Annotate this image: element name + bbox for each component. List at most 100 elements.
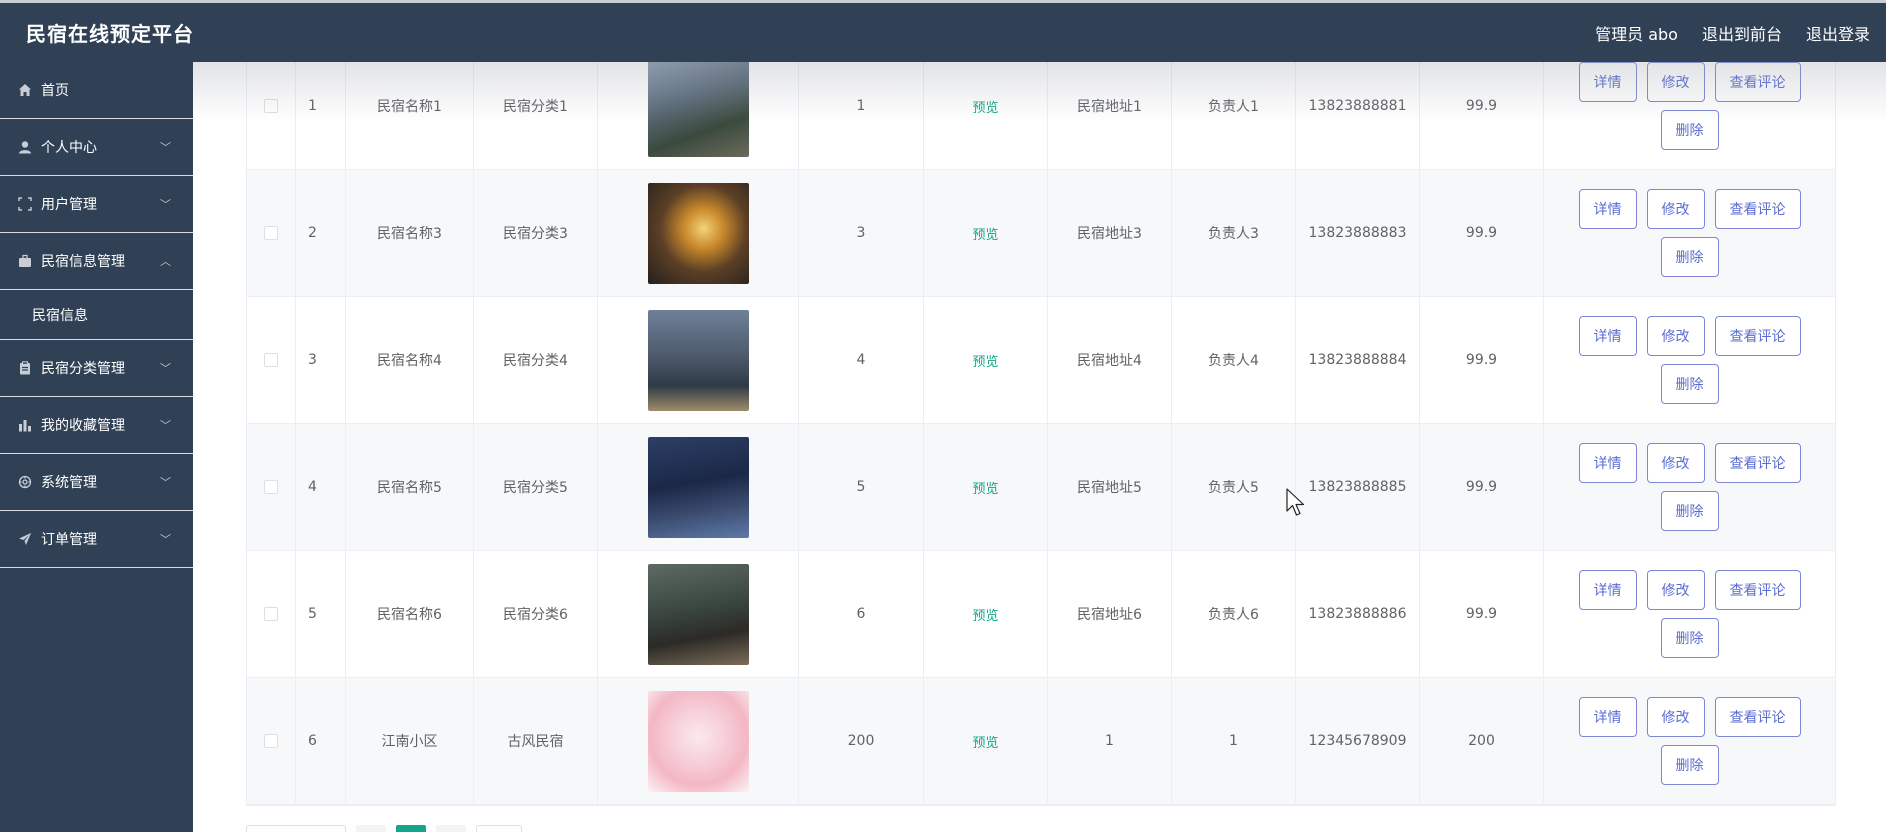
row-checkbox[interactable] [264, 734, 278, 748]
owner-phone: 13823888884 [1296, 297, 1420, 423]
homestay-owner: 负责人6 [1172, 551, 1296, 677]
edit-button[interactable]: 修改 [1646, 443, 1705, 483]
top-header: 民宿在线预定平台 管理员 abo 退出到前台 退出登录 [0, 0, 1886, 62]
table-row: 3 民宿名称4 民宿分类4 4 预览 民宿地址4 负责人4 1382388888… [247, 297, 1835, 424]
delete-button[interactable]: 删除 [1660, 110, 1719, 150]
edit-button[interactable]: 修改 [1646, 697, 1705, 737]
logout-link[interactable]: 退出登录 [1806, 21, 1870, 45]
homestay-name: 江南小区 [346, 678, 474, 804]
owner-phone: 13823888885 [1296, 424, 1420, 550]
delete-button[interactable]: 删除 [1660, 364, 1719, 404]
fullscreen-icon [18, 197, 32, 211]
sidebar-item-personal-center[interactable]: 个人中心 ﹀ [0, 119, 193, 176]
edit-button[interactable]: 修改 [1646, 570, 1705, 610]
row-checkbox[interactable] [264, 353, 278, 367]
delete-button[interactable]: 删除 [1660, 237, 1719, 277]
homestay-owner: 负责人3 [1172, 170, 1296, 296]
row-checkbox[interactable] [264, 607, 278, 621]
sidebar-item-home[interactable]: 首页 [0, 62, 193, 119]
owner-phone: 12345678909 [1296, 678, 1420, 804]
row-checkbox[interactable] [264, 480, 278, 494]
detail-button[interactable]: 详情 [1578, 316, 1637, 356]
homestay-count: 4 [799, 297, 924, 423]
preview-link[interactable]: 预览 [972, 732, 998, 751]
detail-button[interactable]: 详情 [1578, 697, 1637, 737]
homestay-price: 99.9 [1420, 551, 1544, 677]
homestay-count: 200 [799, 678, 924, 804]
preview-link[interactable]: 预览 [972, 97, 998, 116]
detail-button[interactable]: 详情 [1578, 570, 1637, 610]
homestay-image[interactable] [647, 690, 749, 792]
table-row: 6 江南小区 古风民宿 200 预览 1 1 12345678909 200 详… [247, 678, 1835, 805]
row-checkbox[interactable] [264, 99, 278, 113]
detail-button[interactable]: 详情 [1578, 443, 1637, 483]
sidebar-item-category-management[interactable]: 民宿分类管理 ﹀ [0, 340, 193, 397]
preview-link[interactable]: 预览 [972, 224, 998, 243]
sidebar-item-label: 我的收藏管理 [41, 418, 125, 434]
chevron-down-icon: ﹀ [160, 476, 171, 489]
homestay-count: 6 [799, 551, 924, 677]
sidebar-item-homestay-info-management[interactable]: 民宿信息管理 ︿ [0, 233, 193, 290]
sidebar-item-label: 用户管理 [41, 197, 97, 213]
pagination [246, 824, 522, 832]
preview-link[interactable]: 预览 [972, 605, 998, 624]
preview-link[interactable]: 预览 [972, 351, 998, 370]
next-page-button[interactable] [436, 825, 466, 832]
edit-button[interactable]: 修改 [1646, 62, 1705, 102]
homestay-address: 民宿地址5 [1048, 424, 1172, 550]
homestay-price: 99.9 [1420, 170, 1544, 296]
row-index: 1 [296, 62, 346, 169]
homestay-image[interactable] [647, 309, 749, 411]
header-actions: 管理员 abo 退出到前台 退出登录 [1595, 21, 1870, 45]
page-size-select[interactable] [246, 825, 346, 832]
chevron-down-icon: ﹀ [160, 141, 171, 154]
homestay-category: 古风民宿 [474, 678, 598, 804]
admin-user-label[interactable]: 管理员 abo [1595, 21, 1678, 45]
view-comments-button[interactable]: 查看评论 [1714, 316, 1801, 356]
sidebar-item-system-management[interactable]: 系统管理 ﹀ [0, 454, 193, 511]
homestay-name: 民宿名称4 [346, 297, 474, 423]
bar-chart-icon [18, 418, 32, 432]
view-comments-button[interactable]: 查看评论 [1714, 189, 1801, 229]
homestay-image[interactable] [647, 436, 749, 538]
sidebar-item-favorites-management[interactable]: 我的收藏管理 ﹀ [0, 397, 193, 454]
detail-button[interactable]: 详情 [1578, 62, 1637, 102]
view-comments-button[interactable]: 查看评论 [1714, 697, 1801, 737]
homestay-image[interactable] [647, 563, 749, 665]
table-row: 1 民宿名称1 民宿分类1 1 预览 民宿地址1 负责人1 1382388888… [247, 62, 1835, 170]
homestay-address: 民宿地址1 [1048, 62, 1172, 169]
homestay-category: 民宿分类5 [474, 424, 598, 550]
homestay-image[interactable] [647, 62, 749, 157]
homestay-address: 民宿地址3 [1048, 170, 1172, 296]
exit-to-front-link[interactable]: 退出到前台 [1702, 21, 1782, 45]
chevron-down-icon: ﹀ [160, 362, 171, 375]
owner-phone: 13823888886 [1296, 551, 1420, 677]
sidebar: 首页 个人中心 ﹀ 用户管理 ﹀ 民宿信息管理 ︿ 民宿信息 民宿分类管理 ﹀ … [0, 62, 193, 832]
delete-button[interactable]: 删除 [1660, 618, 1719, 658]
row-checkbox[interactable] [264, 226, 278, 240]
page-number-current[interactable] [396, 825, 426, 832]
view-comments-button[interactable]: 查看评论 [1714, 62, 1801, 102]
delete-button[interactable]: 删除 [1660, 491, 1719, 531]
table-row: 5 民宿名称6 民宿分类6 6 预览 民宿地址6 负责人6 1382388888… [247, 551, 1835, 678]
sidebar-item-order-management[interactable]: 订单管理 ﹀ [0, 511, 193, 568]
sidebar-subitem-homestay-info[interactable]: 民宿信息 [0, 290, 193, 340]
view-comments-button[interactable]: 查看评论 [1714, 443, 1801, 483]
homestay-count: 3 [799, 170, 924, 296]
prev-page-button[interactable] [356, 825, 386, 832]
preview-link[interactable]: 预览 [972, 478, 998, 497]
homestay-image[interactable] [647, 182, 749, 284]
home-icon [18, 83, 32, 97]
row-index: 5 [296, 551, 346, 677]
edit-button[interactable]: 修改 [1646, 189, 1705, 229]
detail-button[interactable]: 详情 [1578, 189, 1637, 229]
main-content: 1 民宿名称1 民宿分类1 1 预览 民宿地址1 负责人1 1382388888… [193, 62, 1886, 832]
view-comments-button[interactable]: 查看评论 [1714, 570, 1801, 610]
homestay-owner: 1 [1172, 678, 1296, 804]
page-jump-input[interactable] [476, 825, 522, 832]
sidebar-item-user-management[interactable]: 用户管理 ﹀ [0, 176, 193, 233]
sidebar-item-label: 首页 [41, 83, 69, 99]
sidebar-item-label: 系统管理 [41, 475, 97, 491]
edit-button[interactable]: 修改 [1646, 316, 1705, 356]
delete-button[interactable]: 删除 [1660, 745, 1719, 785]
